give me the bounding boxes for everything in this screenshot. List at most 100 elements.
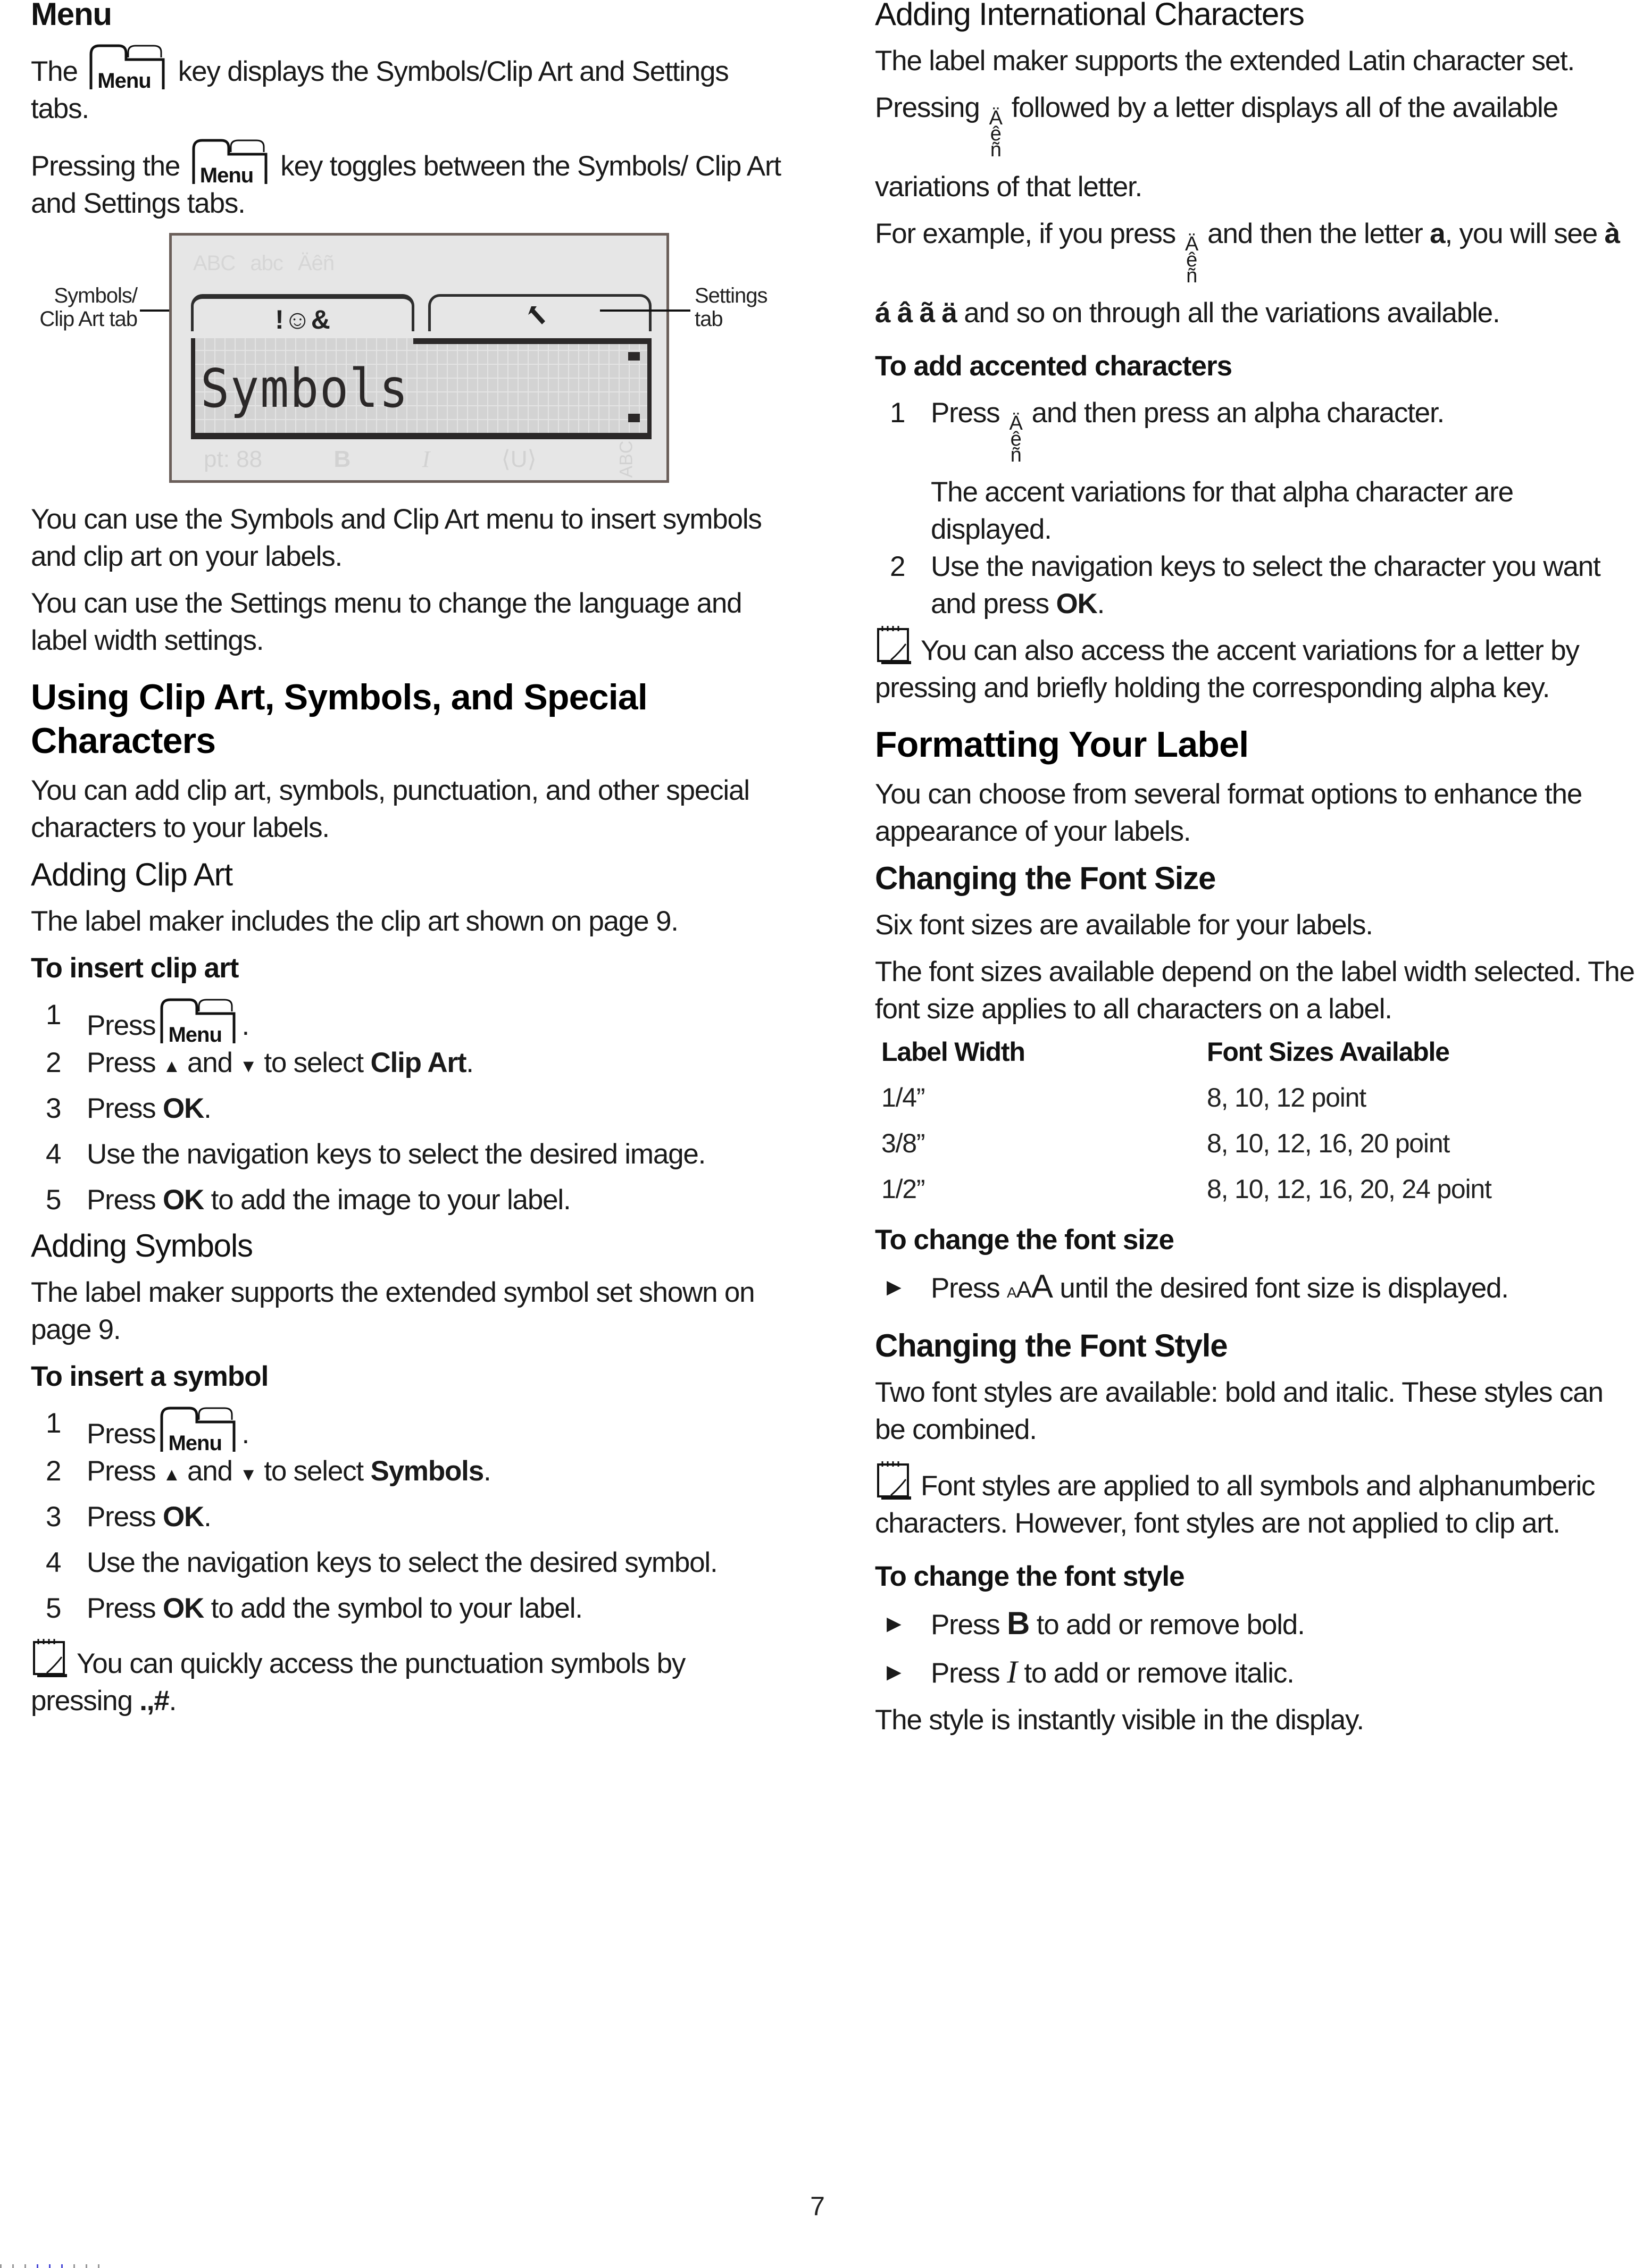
symbols-tab-icon: !☺& <box>275 305 330 334</box>
text: The <box>31 56 78 87</box>
menu-key-label: Menu <box>199 164 254 187</box>
accent-note: You can also access the accent variation… <box>875 623 1635 707</box>
lcd-display: ABC abc Äêñ !☺& Symbols pt: 88 B I ⟨U⟩ A… <box>169 233 669 483</box>
text: Pressing the <box>31 150 180 182</box>
format-paragraph: You can choose from several format optio… <box>875 779 1582 847</box>
font-size-procedure-title: To change the font size <box>875 1224 1174 1256</box>
up-arrow-icon: ▲ <box>163 1056 181 1076</box>
bold-bullet: ▶ Press B to add or remove bold. <box>875 1605 1635 1644</box>
step-2: 2 Use the navigation keys to select the c… <box>890 551 1601 620</box>
scroll-up-indicator-icon <box>628 352 640 361</box>
table-header-row: Label Width Font Sizes Available <box>875 1032 1635 1078</box>
display-illustration: Symbols/ Clip Art tab ABC abc Äêñ !☺& Sy… <box>31 225 791 491</box>
column-header-font-sizes: Font Sizes Available <box>1207 1037 1450 1067</box>
step-4: 4 Use the navigation keys to select the d… <box>46 1547 718 1578</box>
menu-key-icon: Menu <box>190 137 270 187</box>
step-1: 1 Press Menu. <box>31 1405 791 1455</box>
menu-key-icon: Menu <box>159 1405 238 1455</box>
lcd-screen: Symbols <box>191 338 652 439</box>
pressing-accent-paragraph: Pressing Äê ñ followed by a letter displays… <box>875 92 1558 203</box>
note-icon <box>877 626 911 664</box>
accent-steps: 1 Press Äê ñ and then press an alpha charact… <box>875 395 1635 623</box>
clipped-footer-line <box>0 2263 638 2268</box>
font-size-paragraph-1: Six font sizes are available for your la… <box>875 909 1373 941</box>
cell: 1/2” <box>881 1174 925 1204</box>
page-number: 7 <box>810 2191 825 2221</box>
font-style-paragraph: Two font styles are available: bold and … <box>875 1377 1604 1445</box>
cell: 8, 10, 12 point <box>1207 1083 1366 1112</box>
formatting-heading: Formatting Your Label <box>875 724 1249 765</box>
lcd-status-indicators: pt: 88 B I ⟨U⟩ ABC <box>204 441 645 478</box>
table-row: 1/4” 8, 10, 12 point <box>875 1078 1635 1124</box>
note-icon <box>33 1639 67 1677</box>
font-size-table: Label Width Font Sizes Available 1/4” 8, … <box>875 1032 1635 1215</box>
down-arrow-icon: ▼ <box>239 1464 257 1485</box>
step-5: 5 Press OK to add the symbol to your labe… <box>46 1593 583 1624</box>
step-3: 3 Press OK. <box>46 1093 212 1124</box>
step-5: 5 Press OK to add the image to your label… <box>46 1184 571 1216</box>
cell: 3/8” <box>881 1128 925 1158</box>
font-size-key-icon: AAA <box>1007 1268 1053 1305</box>
symbols-menu-paragraph: You can use the Symbols and Clip Art men… <box>31 504 762 572</box>
menu-key-icon: Menu <box>159 997 238 1047</box>
step-2: 2 Press ▲ and ▼ to select Clip Art. <box>46 1047 474 1078</box>
step-4: 4 Use the navigation keys to select the d… <box>46 1139 706 1170</box>
clipart-paragraph: The label maker includes the clip art sh… <box>31 906 679 937</box>
using-paragraph: You can add clip art, symbols, punctuati… <box>31 775 750 843</box>
step-1: 1 Press Äê ñ and then press an alpha charact… <box>890 397 1514 545</box>
accent-key-icon: Äêñ <box>989 107 1003 161</box>
right-column: Adding International Characters The labe… <box>875 0 1635 1739</box>
style-visible-paragraph: The style is instantly visible in the di… <box>875 1704 1364 1736</box>
menu-key-icon: Menu <box>88 43 168 93</box>
bullet-triangle-icon: ▶ <box>887 1612 902 1634</box>
cell: 8, 10, 12, 16, 20, 24 point <box>1207 1174 1492 1204</box>
lcd-screen-text: Symbols <box>201 357 409 420</box>
lcd-case-indicators: ABC abc Äêñ <box>193 252 335 275</box>
cell: 8, 10, 12, 16, 20 point <box>1207 1128 1450 1158</box>
intl-characters-heading: Adding International Characters <box>875 0 1305 32</box>
symbol-steps: 1 Press Menu. 2 Press ▲ and ▼ to select Sym… <box>31 1405 791 1636</box>
down-arrow-icon: ▼ <box>239 1056 257 1076</box>
symbols-clipart-tab: !☺& <box>191 294 414 334</box>
font-style-procedure-title: To change the font style <box>875 1561 1185 1592</box>
step-3: 3 Press OK. <box>46 1501 212 1533</box>
callout-symbols-tab: Symbols/ Clip Art tab <box>39 284 138 331</box>
font-size-bullet: ▶ Press AAA until the desired font size i… <box>875 1268 1635 1311</box>
symbols-paragraph: The label maker supports the extended sy… <box>31 1277 755 1345</box>
table-row: 1/2” 8, 10, 12, 16, 20, 24 point <box>875 1169 1635 1215</box>
menu-paragraph-1: The Menu key displays the Symbols/Clip A… <box>31 43 791 128</box>
insert-clipart-procedure-title: To insert clip art <box>31 952 239 984</box>
menu-key-label: Menu <box>97 69 151 93</box>
settings-menu-paragraph: You can use the Settings menu to change … <box>31 588 743 656</box>
bullet-triangle-icon: ▶ <box>887 1276 902 1298</box>
accent-key-icon: Äêñ <box>1009 412 1022 466</box>
punctuation-note: You can quickly access the punctuation s… <box>31 1636 791 1720</box>
example-paragraph: For example, if you press Äê ñ and then the… <box>875 218 1620 329</box>
insert-symbol-procedure-title: To insert a symbol <box>31 1361 269 1392</box>
note-icon <box>877 1461 911 1500</box>
font-style-heading: Changing the Font Style <box>875 1328 1228 1363</box>
lcd-scrollbar <box>413 338 647 344</box>
bold-key-icon: B <box>1007 1605 1030 1641</box>
left-column: Menu The Menu key displays the Symbols/C… <box>31 0 791 1720</box>
adding-symbols-heading: Adding Symbols <box>31 1228 253 1263</box>
italic-indicator: I <box>422 446 430 472</box>
wrench-icon <box>431 302 649 335</box>
using-clipart-heading: Using Clip Art, Symbols, and Special Cha… <box>31 677 648 761</box>
underline-box-indicator: ⟨U⟩ <box>501 446 537 472</box>
step-1: 1 Press Menu. <box>31 997 791 1047</box>
settings-tab <box>428 294 652 331</box>
step-2: 2 Press ▲ and ▼ to select Symbols. <box>46 1455 491 1487</box>
adding-clipart-heading: Adding Clip Art <box>31 857 233 892</box>
menu-heading: Menu <box>31 0 112 32</box>
scroll-down-indicator-icon <box>628 414 640 422</box>
table-row: 3/8” 8, 10, 12, 16, 20 point <box>875 1124 1635 1169</box>
accent-procedure-title: To add accented characters <box>875 350 1232 382</box>
font-size-paragraph-2: The font sizes available depend on the l… <box>875 956 1635 1025</box>
intl-paragraph: The label maker supports the extended La… <box>875 45 1575 77</box>
column-header-label-width: Label Width <box>881 1037 1025 1067</box>
menu-paragraph-2: Pressing the Menu key toggles between th… <box>31 137 791 222</box>
callout-line-right <box>600 309 690 312</box>
font-size-heading: Changing the Font Size <box>875 860 1216 896</box>
italic-key-icon: I <box>1007 1654 1017 1689</box>
